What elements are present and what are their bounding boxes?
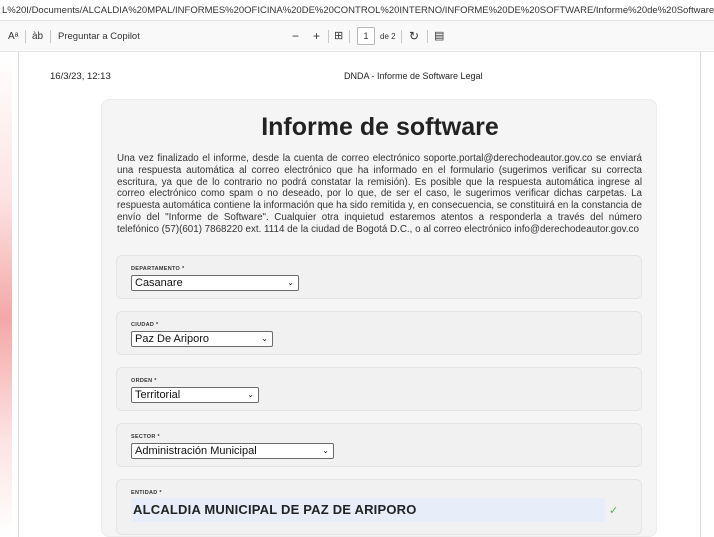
- toolbar-divider: [328, 30, 329, 43]
- print-page-title: DNDA - Informe de Software Legal: [344, 71, 483, 81]
- orden-field: ORDEN * Territorial ⌄: [116, 367, 642, 411]
- departamento-label: DEPARTAMENTO *: [131, 266, 185, 272]
- toolbar-divider: [427, 30, 428, 43]
- sector-field: SECTOR * Administración Municipal ⌄: [116, 423, 642, 467]
- departamento-field: DEPARTAMENTO * Casanare ⌄: [116, 255, 642, 299]
- pdf-toolbar: Aᵃ àb Preguntar a Copilot − + ⊞ 1 de 2 …: [0, 21, 714, 52]
- page-title: Informe de software: [261, 113, 499, 141]
- page-total-label: de 2: [380, 32, 396, 41]
- sector-select[interactable]: Administración Municipal ⌄: [131, 443, 334, 459]
- read-aloud-icon[interactable]: Aᵃ: [8, 21, 18, 52]
- entidad-label: ENTIDAD *: [131, 490, 162, 496]
- check-icon: ✓: [609, 505, 619, 517]
- sector-value: Administración Municipal: [135, 445, 257, 457]
- entidad-input[interactable]: ALCALDIA MUNICIPAL DE PAZ DE ARIPORO: [131, 498, 605, 522]
- zoom-out-button[interactable]: −: [292, 21, 299, 52]
- address-bar[interactable]: L%20I/Documents/ALCALDIA%20MPAL/INFORMES…: [0, 0, 714, 21]
- chevron-down-icon: ⌄: [261, 334, 268, 343]
- toolbar-divider: [25, 30, 26, 43]
- left-accent-decoration: [0, 52, 12, 537]
- chevron-down-icon: ⌄: [247, 390, 254, 399]
- copilot-button[interactable]: Preguntar a Copilot: [58, 21, 140, 52]
- pdf-page: 16/3/23, 12:13 DNDA - Informe de Softwar…: [18, 52, 701, 537]
- orden-value: Territorial: [135, 389, 181, 401]
- ciudad-field: CIUDAD * Paz De Ariporo ⌄: [116, 311, 642, 355]
- fit-page-icon[interactable]: ⊞: [334, 21, 343, 52]
- rotate-icon[interactable]: ↻: [409, 21, 419, 52]
- zoom-in-button[interactable]: +: [313, 21, 320, 52]
- toolbar-divider: [349, 30, 350, 43]
- toolbar-divider: [50, 30, 51, 43]
- form-panel: Informe de software Una vez finalizado e…: [101, 99, 657, 537]
- chevron-down-icon: ⌄: [287, 278, 294, 287]
- ciudad-value: Paz De Ariporo: [135, 333, 209, 345]
- intro-paragraph: Una vez finalizado el informe, desde la …: [117, 153, 642, 235]
- orden-select[interactable]: Territorial ⌄: [131, 387, 259, 403]
- chevron-down-icon: ⌄: [322, 446, 329, 455]
- departamento-value: Casanare: [135, 277, 183, 289]
- entidad-field: ENTIDAD * ALCALDIA MUNICIPAL DE PAZ DE A…: [116, 479, 642, 535]
- ciudad-label: CIUDAD *: [131, 322, 159, 328]
- page-view-icon[interactable]: ▤: [434, 21, 444, 52]
- ciudad-select[interactable]: Paz De Ariporo ⌄: [131, 331, 273, 347]
- orden-label: ORDEN *: [131, 378, 157, 384]
- toolbar-divider: [401, 30, 402, 43]
- print-datetime: 16/3/23, 12:13: [50, 71, 111, 82]
- page-number-input[interactable]: 1: [357, 27, 375, 45]
- immersive-reader-icon[interactable]: àb: [32, 21, 43, 52]
- departamento-select[interactable]: Casanare ⌄: [131, 275, 299, 291]
- sector-label: SECTOR *: [131, 434, 160, 440]
